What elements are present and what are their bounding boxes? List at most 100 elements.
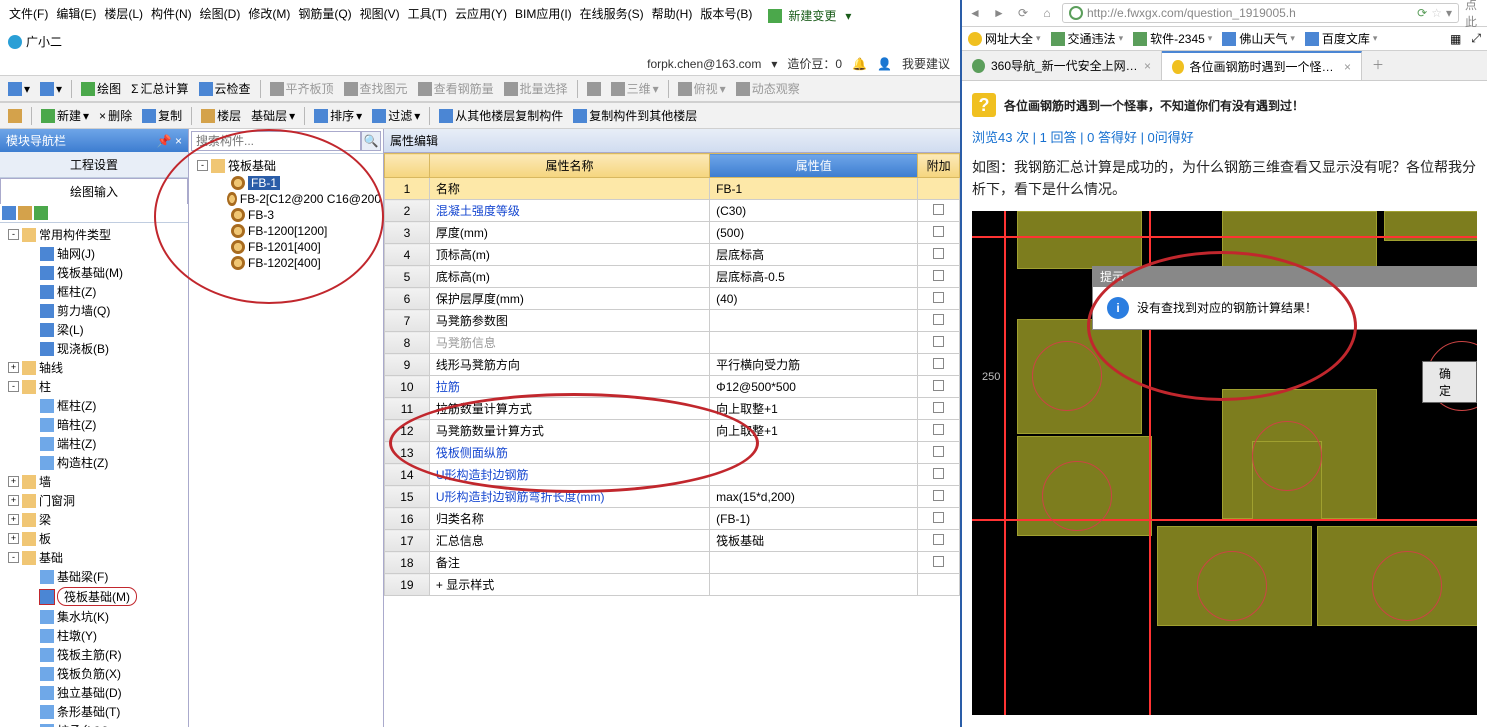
tree-node[interactable]: -常用构件类型 [2,225,186,244]
tool-icon-1[interactable] [2,206,16,220]
tree-node[interactable]: 独立基础(D) [2,683,186,702]
del-button[interactable]: ×删除 [95,105,136,126]
sum-button[interactable]: Σ 汇总计算 [127,78,192,99]
grid-row[interactable]: 7马凳筋参数图 [385,310,960,332]
grid-row[interactable]: 6保护层厚度(mm)(40) [385,288,960,310]
bookmark-item[interactable]: 佛山天气▾ [1222,30,1295,47]
grid-row[interactable]: 19+ 显示样式 [385,574,960,596]
new-tab-button[interactable]: ＋ [1362,51,1394,80]
grid-row[interactable]: 1名称FB-1 [385,178,960,200]
menu-component[interactable]: 构件(N) [148,3,195,28]
dyn-button[interactable]: 动态观察 [732,78,804,99]
nav-tab-draw[interactable]: 绘图输入 [0,178,188,204]
findimg-button[interactable]: 查找图元 [340,78,412,99]
user-email[interactable]: forpk.chen@163.com [647,57,761,71]
nav-tab-settings[interactable]: 工程设置 [0,152,188,178]
menu-bim[interactable]: BIM应用(I) [512,3,575,28]
batch-button[interactable]: 批量选择 [500,78,572,99]
grid-row[interactable]: 3厚度(mm)(500) [385,222,960,244]
copy-button[interactable]: 复制 [138,105,186,126]
tree-node[interactable]: +门窗洞 [2,491,186,510]
url-bar[interactable]: ⟳ ☆ ▾ [1062,3,1459,23]
instance-tree[interactable]: -筏板基础FB-1FB-2[C12@200 C16@200FB-3FB-1200… [189,154,383,727]
reload-button[interactable]: ⟳ [1014,4,1032,22]
3d-button[interactable]: 三维▾ [607,78,663,99]
tree-node[interactable]: 构造柱(Z) [2,453,186,472]
bookmark-item[interactable]: 网址大全▾ [968,30,1041,47]
menu-view[interactable]: 视图(V) [357,3,403,28]
copyto-button[interactable]: 复制构件到其他楼层 [569,105,701,126]
grid-row[interactable]: 10拉筋Φ12@500*500 [385,376,960,398]
tree-node[interactable]: -柱 [2,377,186,396]
tree-node[interactable]: 暗柱(Z) [2,415,186,434]
instance-node[interactable]: FB-1200[1200] [191,223,381,239]
instance-node[interactable]: -筏板基础 [191,156,381,175]
tree-node[interactable]: 梁(L) [2,320,186,339]
url-input[interactable] [1087,6,1413,20]
click-link[interactable]: 点此 [1465,4,1483,22]
search-input[interactable] [191,131,361,151]
refresh-icon[interactable]: ⟳ [1417,6,1427,20]
cloudcheck-button[interactable]: 云检查 [195,78,255,99]
bookmark-item[interactable]: 软件-2345▾ [1133,30,1212,47]
menu-edit[interactable]: 编辑(E) [53,3,99,28]
grid-row[interactable]: 15U形构造封边钢筋弯折长度(mm)max(15*d,200) [385,486,960,508]
menu-cloud[interactable]: 云应用(Y) [452,3,510,28]
tree-node[interactable]: 筏板基础(M) [2,263,186,282]
2d-button[interactable] [583,80,605,98]
instance-node[interactable]: FB-1201[400] [191,239,381,255]
dialog-ok-button[interactable]: 确定 [1422,361,1477,403]
tree-node[interactable]: 基础梁(F) [2,567,186,586]
grid-row[interactable]: 17汇总信息筏板基础 [385,530,960,552]
grid-row[interactable]: 2混凝土强度等级(C30) [385,200,960,222]
menu-file[interactable]: 文件(F) [6,3,51,28]
tree-node[interactable]: 筏板主筋(R) [2,645,186,664]
menu-version[interactable]: 版本号(B) [697,3,755,28]
tree-node[interactable]: +板 [2,529,186,548]
menu-floor[interactable]: 楼层(L) [101,3,146,28]
tree-node[interactable]: 剪力墙(Q) [2,301,186,320]
bookmark-item[interactable]: 百度文库▾ [1305,30,1378,47]
tree-node[interactable]: 框柱(Z) [2,282,186,301]
grid-row[interactable]: 14U形构造封边钢筋 [385,464,960,486]
assistant-label[interactable]: 广小二 [26,33,62,50]
grid-row[interactable]: 11拉筋数量计算方式向上取整+1 [385,398,960,420]
home-button[interactable]: ⌂ [1038,4,1056,22]
tree-node[interactable]: 筏板负筋(X) [2,664,186,683]
basic-dropdown[interactable]: 基础层 ▾ [247,105,299,126]
tree-node[interactable]: 条形基础(T) [2,702,186,721]
tree-node[interactable]: 轴网(J) [2,244,186,263]
viewrebar-button[interactable]: 查看钢筋量 [414,78,498,99]
tool-icon-2[interactable] [18,206,32,220]
grid-row[interactable]: 5底标高(m)层底标高-0.5 [385,266,960,288]
expand-icon[interactable]: ⤢ [1471,31,1481,46]
draw-button[interactable]: 绘图 [77,78,125,99]
search-button[interactable]: 🔍 [361,131,381,151]
tree-node[interactable]: 端柱(Z) [2,434,186,453]
fwd-button[interactable]: ► [990,4,1008,22]
prop-button[interactable] [4,107,26,125]
component-tree[interactable]: -常用构件类型轴网(J)筏板基础(M)框柱(Z)剪力墙(Q)梁(L)现浇板(B)… [0,223,188,727]
grid-row[interactable]: 9线形马凳筋方向平行横向受力筋 [385,354,960,376]
tree-node[interactable]: +轴线 [2,358,186,377]
new-change-button[interactable]: 新建变更▾ [765,3,857,28]
undo-button[interactable]: ▾ [4,80,34,98]
tree-node[interactable]: +梁 [2,510,186,529]
close-icon[interactable]: × [1344,60,1351,74]
menu-modify[interactable]: 修改(M) [245,3,293,28]
apps-icon[interactable]: ▦ [1450,32,1461,46]
grid-row[interactable]: 12马凳筋数量计算方式向上取整+1 [385,420,960,442]
tree-node[interactable]: 现浇板(B) [2,339,186,358]
browser-tab[interactable]: 各位画钢筋时遇到一个怪事，不…× [1162,51,1362,80]
close-icon[interactable]: × [1144,59,1151,73]
pin-icon[interactable]: 📌 × [157,134,182,148]
tree-node[interactable]: 桩承台(V) [2,721,186,727]
tree-node[interactable]: 框柱(Z) [2,396,186,415]
grid-row[interactable]: 4顶标高(m)层底标高 [385,244,960,266]
grid-row[interactable]: 18备注 [385,552,960,574]
menu-tool[interactable]: 工具(T) [405,3,450,28]
look-button[interactable]: 俯视▾ [674,78,730,99]
menu-rebar[interactable]: 钢筋量(Q) [295,3,354,28]
instance-node[interactable]: FB-1 [191,175,381,191]
browser-tab[interactable]: 360导航_新一代安全上网导航× [962,51,1162,80]
